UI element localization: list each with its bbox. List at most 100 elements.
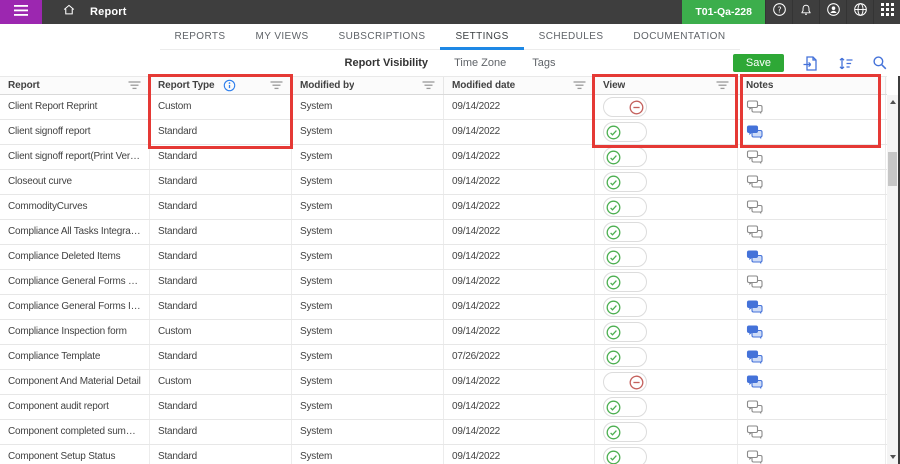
view-toggle[interactable]: [603, 147, 647, 167]
notes-cell: [738, 445, 886, 464]
filter-icon[interactable]: [422, 81, 435, 90]
modified-date-cell: 07/26/2022: [444, 345, 595, 369]
user-account-button[interactable]: [819, 0, 846, 24]
view-toggle[interactable]: [603, 397, 647, 417]
scroll-up-arrow[interactable]: [890, 100, 896, 104]
notes-cell: [738, 120, 886, 144]
view-toggle[interactable]: [603, 322, 647, 342]
view-toggle[interactable]: [603, 297, 647, 317]
table-row: Client signoff report(Print Version)Stan…: [0, 145, 887, 170]
tab-subscriptions[interactable]: SUBSCRIPTIONS: [324, 24, 441, 49]
table-row: Compliance General Forms IntegrationStan…: [0, 295, 887, 320]
notes-icon[interactable]: [746, 150, 764, 165]
column-sort-icon[interactable]: [837, 55, 854, 72]
globe-icon: [853, 2, 868, 22]
export-icon[interactable]: [802, 55, 819, 72]
notes-icon[interactable]: [746, 350, 764, 365]
filter-icon[interactable]: [573, 81, 586, 90]
view-toggle[interactable]: [603, 447, 647, 464]
subtab-time-zone[interactable]: Time Zone: [454, 57, 506, 69]
subtab-tags[interactable]: Tags: [532, 57, 555, 69]
view-cell: [595, 120, 738, 144]
home-button[interactable]: [54, 0, 84, 24]
column-header-report[interactable]: Report: [0, 77, 150, 94]
report-name-cell: Compliance General Forms Integration: [0, 295, 150, 319]
modified-date-cell: 09/14/2022: [444, 220, 595, 244]
tab-schedules[interactable]: SCHEDULES: [524, 24, 619, 49]
view-toggle[interactable]: [603, 422, 647, 442]
view-toggle[interactable]: [603, 247, 647, 267]
table-row: Compliance General Forms and Tasks ...St…: [0, 270, 887, 295]
report-name-cell: Client signoff report: [0, 120, 150, 144]
column-header-report-type[interactable]: Report Type: [150, 77, 292, 94]
notes-cell: [738, 270, 886, 294]
view-cell: [595, 445, 738, 464]
scroll-down-arrow[interactable]: [890, 455, 896, 459]
notes-icon[interactable]: [746, 325, 764, 340]
view-toggle[interactable]: [603, 372, 647, 392]
tab-documentation[interactable]: DOCUMENTATION: [618, 24, 740, 49]
report-type-cell: Custom: [150, 95, 292, 119]
notes-icon[interactable]: [746, 125, 764, 140]
info-icon[interactable]: [223, 79, 236, 92]
subtab-report-visibility[interactable]: Report Visibility: [345, 57, 429, 69]
column-label: Modified by: [300, 80, 354, 91]
modified-date-cell: 09/14/2022: [444, 195, 595, 219]
notes-icon[interactable]: [746, 375, 764, 390]
view-toggle[interactable]: [603, 272, 647, 292]
tab-my-views[interactable]: MY VIEWS: [241, 24, 324, 49]
notes-icon[interactable]: [746, 450, 764, 464]
column-label: Notes: [746, 80, 773, 91]
tab-reports[interactable]: REPORTS: [160, 24, 241, 49]
column-header-modified-by[interactable]: Modified by: [292, 77, 444, 94]
save-button[interactable]: Save: [733, 54, 784, 72]
settings-sub-bar: Report Visibility Time Zone Tags Save: [0, 50, 900, 76]
column-label: View: [603, 80, 625, 91]
view-toggle[interactable]: [603, 222, 647, 242]
notes-icon[interactable]: [746, 175, 764, 190]
view-toggle[interactable]: [603, 97, 647, 117]
filter-icon[interactable]: [128, 81, 141, 90]
column-header-notes[interactable]: Notes: [738, 77, 886, 94]
notes-cell: [738, 245, 886, 269]
notes-icon[interactable]: [746, 400, 764, 415]
help-button[interactable]: ?: [765, 0, 792, 24]
report-name-cell: Compliance Template: [0, 345, 150, 369]
filter-icon[interactable]: [716, 81, 729, 90]
column-header-modified-date[interactable]: Modified date: [444, 77, 595, 94]
modified-by-cell: System: [292, 245, 444, 269]
apps-menu-button[interactable]: [873, 0, 900, 24]
notes-cell: [738, 370, 886, 394]
column-header-view[interactable]: View: [595, 77, 738, 94]
notes-icon[interactable]: [746, 225, 764, 240]
notes-icon[interactable]: [746, 200, 764, 215]
report-name-cell: Closeout curve: [0, 170, 150, 194]
modified-by-cell: System: [292, 345, 444, 369]
notes-icon[interactable]: [746, 250, 764, 265]
user-icon: [826, 2, 841, 22]
modified-date-cell: 09/14/2022: [444, 270, 595, 294]
filter-icon[interactable]: [270, 81, 283, 90]
tab-settings[interactable]: SETTINGS: [440, 24, 523, 49]
vertical-scrollbar[interactable]: [887, 95, 898, 464]
globe-button[interactable]: [846, 0, 873, 24]
notifications-button[interactable]: [792, 0, 819, 24]
hamburger-menu-button[interactable]: [0, 0, 42, 24]
report-type-cell: Standard: [150, 420, 292, 444]
view-toggle[interactable]: [603, 347, 647, 367]
view-toggle[interactable]: [603, 172, 647, 192]
notes-cell: [738, 95, 886, 119]
modified-date-cell: 09/14/2022: [444, 370, 595, 394]
notes-icon[interactable]: [746, 100, 764, 115]
view-toggle[interactable]: [603, 122, 647, 142]
table-row: Component Setup StatusStandardSystem09/1…: [0, 445, 887, 464]
view-cell: [595, 95, 738, 119]
notes-icon[interactable]: [746, 425, 764, 440]
notes-icon[interactable]: [746, 275, 764, 290]
notes-icon[interactable]: [746, 300, 764, 315]
view-cell: [595, 395, 738, 419]
view-toggle[interactable]: [603, 197, 647, 217]
scrollbar-thumb[interactable]: [888, 152, 897, 186]
search-icon[interactable]: [872, 55, 888, 71]
page-title: Report: [90, 0, 127, 24]
